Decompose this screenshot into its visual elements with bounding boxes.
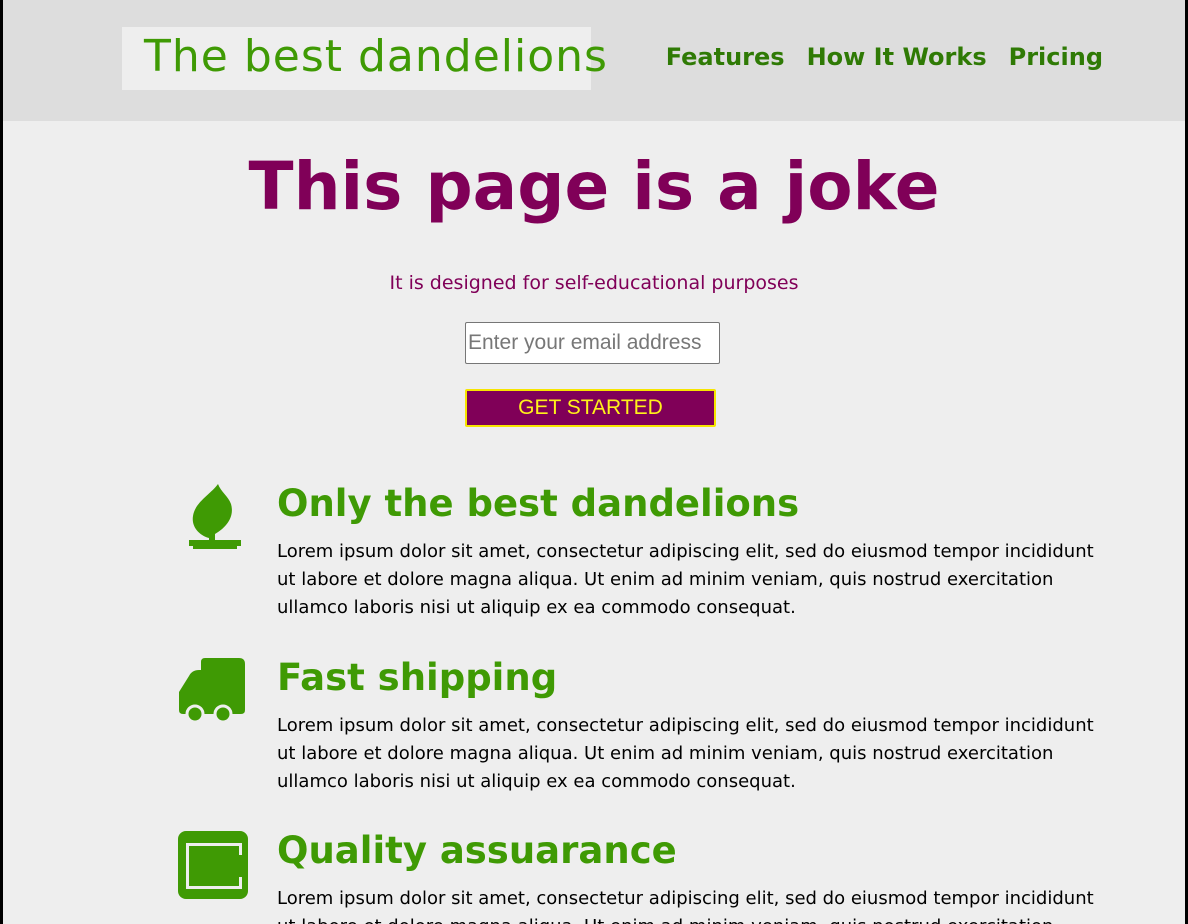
truck-icon <box>179 658 245 724</box>
nav-link-how-it-works[interactable]: How It Works <box>807 43 987 71</box>
logo[interactable]: The best dandelions <box>122 27 607 90</box>
logo-text: The best dandelions <box>144 31 608 82</box>
page: The best dandelions Features How It Work… <box>3 0 1185 924</box>
feature-title: Fast shipping <box>277 656 558 699</box>
feature-title: Quality assuarance <box>277 829 677 872</box>
leaf-icon <box>189 484 241 549</box>
feature-title: Only the best dandelions <box>277 482 800 525</box>
get-started-button[interactable]: GET STARTED <box>465 389 716 427</box>
feature-text: Lorem ipsum dolor sit amet, consectetur … <box>277 541 1094 618</box>
hero-subtitle: It is designed for self-educational purp… <box>389 272 799 294</box>
nav-link-pricing[interactable]: Pricing <box>1009 43 1103 71</box>
nav-link-features[interactable]: Features <box>666 43 785 71</box>
feature-text: Lorem ipsum dolor sit amet, consectetur … <box>277 888 1094 924</box>
header: The best dandelions Features How It Work… <box>3 0 1185 121</box>
nav-bar: Features How It Works Pricing <box>666 43 1103 71</box>
battery-icon <box>178 831 248 899</box>
hero-title: This page is a joke <box>248 148 940 225</box>
feature-text: Lorem ipsum dolor sit amet, consectetur … <box>277 715 1094 792</box>
email-input[interactable] <box>465 322 720 364</box>
